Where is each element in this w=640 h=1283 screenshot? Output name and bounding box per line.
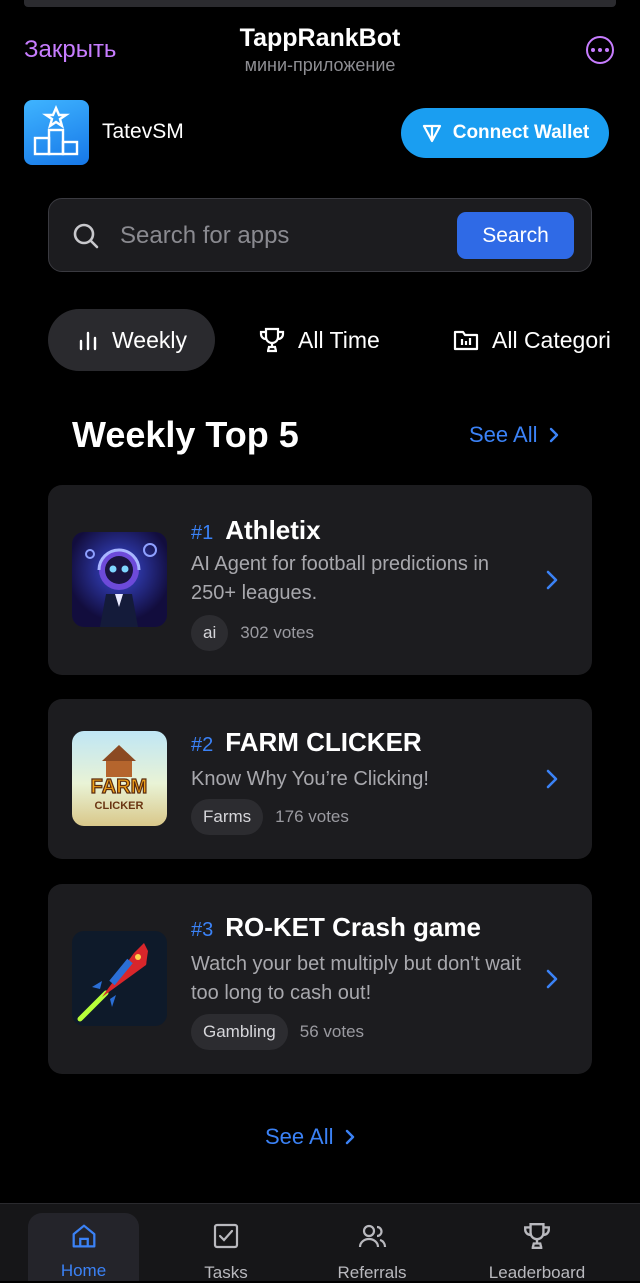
chevron-right-icon	[345, 1129, 354, 1145]
trophy-icon	[259, 327, 285, 353]
more-options-icon[interactable]	[586, 36, 614, 64]
app-rank: #2	[191, 734, 214, 756]
username: TatevSM	[102, 120, 184, 143]
users-icon	[358, 1224, 387, 1248]
app-card-ro-ket[interactable]: #3 RO-KET Crash game Watch your bet mult…	[48, 884, 592, 1074]
connect-wallet-label: Connect Wallet	[452, 122, 590, 143]
farm-clicker-app-icon: FARM CLICKER	[72, 731, 167, 826]
app-rank: #1	[191, 522, 214, 544]
tab-all-time[interactable]: All Time	[258, 309, 380, 371]
chevron-right-icon	[546, 570, 558, 590]
home-icon	[72, 1224, 95, 1248]
see-all-bottom-link[interactable]: See All	[265, 1124, 356, 1150]
section-title: Weekly Top 5	[72, 414, 299, 455]
see-all-bottom-label: See All	[265, 1124, 334, 1149]
nav-tasks[interactable]: Tasks	[196, 1221, 256, 1283]
header-title-block: TappRankBot мини-приложение	[0, 22, 640, 76]
nav-tasks-label: Tasks	[204, 1263, 248, 1282]
nav-home-label: Home	[60, 1261, 107, 1280]
farm-icon-text: FARM	[91, 776, 148, 798]
app-card-farm-clicker[interactable]: FARM CLICKER #2 FARM CLICKER Know Why Yo…	[48, 699, 592, 859]
tapprank-logo	[24, 100, 89, 165]
athletix-app-icon	[72, 532, 167, 627]
category-tag: Gambling	[191, 1014, 288, 1050]
chevron-right-icon	[546, 769, 558, 789]
ton-logo-icon	[422, 124, 441, 143]
see-all-label: See All	[469, 422, 538, 447]
chevron-right-icon	[549, 427, 558, 443]
app-name: FARM CLICKER	[225, 727, 422, 757]
app-subtitle: мини-приложение	[244, 55, 396, 75]
app-name: RO-KET Crash game	[225, 912, 481, 942]
vote-count: 302 votes	[240, 623, 314, 642]
app-description: Know Why You’re Clicking!	[191, 768, 429, 790]
app-title: TappRankBot	[239, 24, 401, 52]
tab-weekly[interactable]: Weekly	[48, 309, 215, 371]
folder-icon	[453, 330, 479, 351]
app-description: Watch your bet multiply but don't wait t…	[191, 953, 521, 1004]
search-button[interactable]: Search	[457, 212, 574, 259]
nav-leaderboard[interactable]: Leaderboard	[477, 1221, 597, 1283]
search-icon	[73, 223, 99, 249]
vote-count: 56 votes	[299, 1022, 365, 1041]
chevron-right-icon	[546, 969, 558, 989]
nav-referrals-label: Referrals	[337, 1263, 407, 1282]
top-handle	[24, 0, 616, 7]
tab-all-time-label: All Time	[298, 326, 380, 353]
nav-home[interactable]: Home	[28, 1213, 139, 1281]
tab-all-categories[interactable]: All Categori	[452, 309, 611, 371]
category-tag: ai	[191, 615, 229, 651]
app-card-athletix[interactable]: #1 Athletix AI Agent for football predic…	[48, 485, 592, 675]
checkbox-icon	[213, 1223, 239, 1249]
nav-referrals[interactable]: Referrals	[322, 1221, 422, 1283]
ro-ket-app-icon	[72, 931, 167, 1026]
vote-count: 176 votes	[275, 807, 349, 826]
connect-wallet-button[interactable]: Connect Wallet	[401, 108, 609, 158]
trophy-icon	[524, 1223, 550, 1249]
bottom-navigation: Home Tasks Referrals Leaderboard	[0, 1203, 640, 1283]
app-description: AI Agent for football predictions in 250…	[191, 553, 489, 604]
tab-weekly-label: Weekly	[112, 326, 187, 353]
nav-leaderboard-label: Leaderboard	[488, 1263, 586, 1282]
app-rank: #3	[191, 919, 214, 941]
tab-all-categories-label: All Categori	[492, 326, 611, 353]
app-name: Athletix	[225, 515, 321, 545]
see-all-link[interactable]: See All	[469, 422, 560, 448]
bar-chart-icon	[79, 331, 97, 351]
clicker-icon-text: CLICKER	[95, 800, 144, 812]
category-tag: Farms	[191, 799, 264, 835]
search-input[interactable]	[120, 212, 440, 260]
